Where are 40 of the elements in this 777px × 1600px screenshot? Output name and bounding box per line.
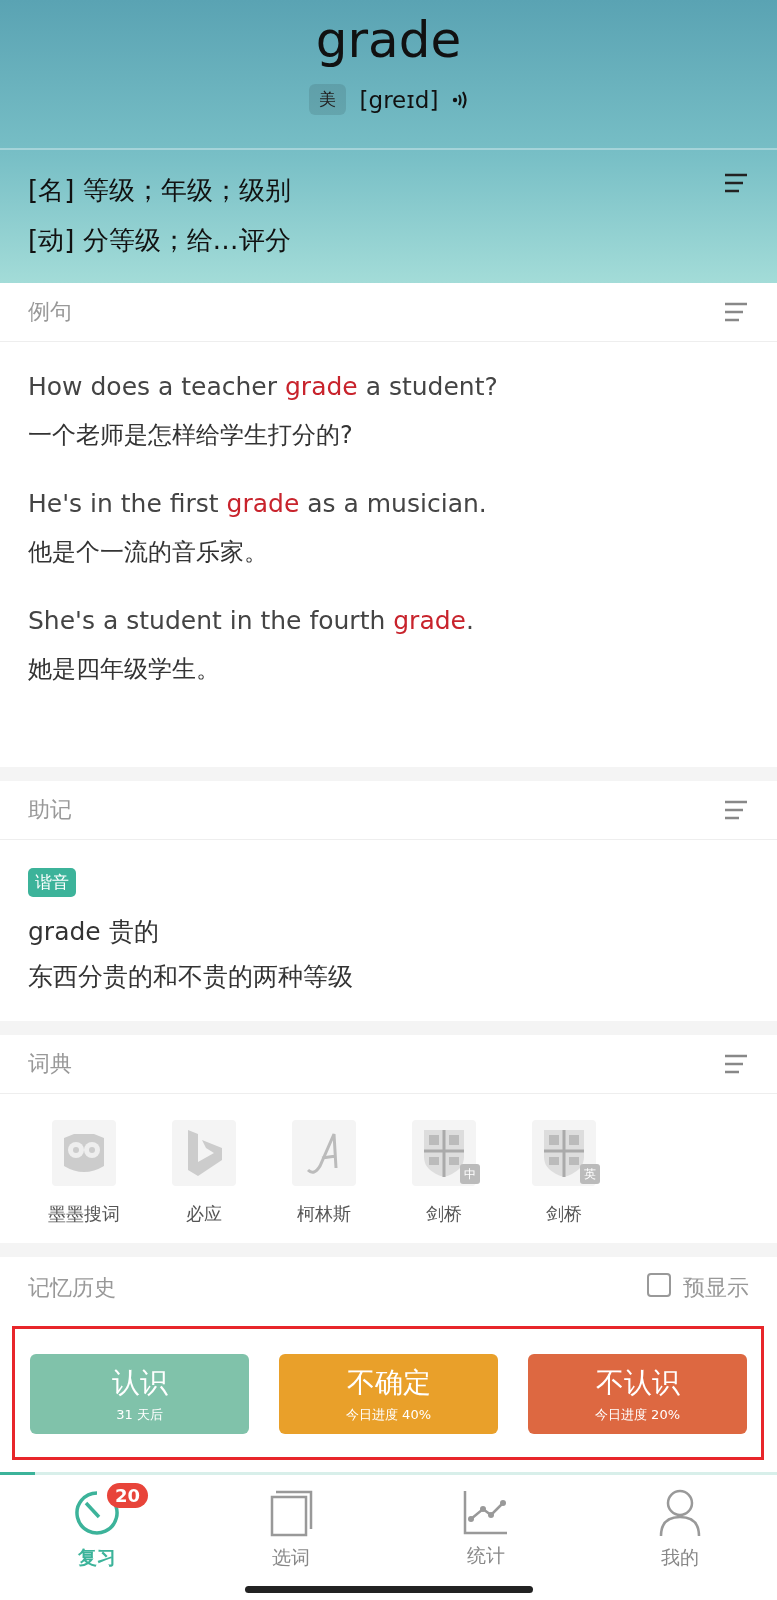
- cards-icon: [268, 1489, 315, 1537]
- example-translation: 他是个一流的音乐家。: [28, 537, 269, 568]
- language-badge: 中: [460, 1164, 480, 1184]
- language-badge: 英: [580, 1164, 600, 1184]
- phonetic: [greɪd]: [359, 86, 439, 113]
- mnemonic-text: 东西分贵的和不贵的两种等级: [28, 961, 354, 993]
- dictionary-label: 剑桥: [426, 1202, 462, 1226]
- menu-icon[interactable]: [723, 172, 749, 194]
- answer-button[interactable]: 不认识 今日进度 20%: [528, 1354, 747, 1434]
- definition: [名] 等级；年级；级别: [28, 174, 292, 207]
- accent-label: 美: [308, 84, 346, 115]
- tab[interactable]: 复习 20: [0, 1475, 195, 1572]
- example-translation: 一个老师是怎样给学生打分的?: [28, 420, 354, 451]
- mnemonic-text: grade 贵的: [28, 916, 160, 948]
- dictionary-label: 必应: [186, 1202, 222, 1226]
- tab[interactable]: 统计: [388, 1475, 583, 1572]
- answer-button[interactable]: 认识 31 天后: [30, 1354, 249, 1434]
- section-title: 助记: [28, 796, 72, 824]
- example-translation: 她是四年级学生。: [28, 654, 221, 685]
- headword: grade: [315, 10, 462, 71]
- person-icon: [658, 1489, 701, 1537]
- speaker-icon[interactable]: [452, 90, 469, 109]
- chart-icon: [462, 1489, 509, 1535]
- dictionary-label: 墨墨搜词: [48, 1202, 120, 1226]
- mnemonic-tag: 谐音: [28, 868, 76, 897]
- section-title: 例句: [28, 298, 72, 326]
- example-sentence: How does a teacher grade a student?: [28, 372, 499, 401]
- answer-button[interactable]: 不确定 今日进度 40%: [279, 1354, 498, 1434]
- tab[interactable]: 选词: [194, 1475, 389, 1572]
- example-sentence: He's in the first grade as a musician.: [28, 489, 488, 518]
- checkbox-label: 预显示: [683, 1274, 749, 1302]
- example-sentence: She's a student in the fourth grade.: [28, 606, 475, 635]
- dictionary-label: 柯林斯: [297, 1202, 351, 1226]
- definition: [动] 分等级；给…评分: [28, 224, 292, 257]
- section-title: 记忆历史: [28, 1274, 116, 1302]
- dictionary-label: 剑桥: [546, 1202, 582, 1226]
- count-badge: 20: [107, 1483, 149, 1508]
- preview-checkbox[interactable]: [647, 1273, 671, 1297]
- tab[interactable]: 我的: [582, 1475, 777, 1572]
- section-title: 词典: [28, 1050, 72, 1078]
